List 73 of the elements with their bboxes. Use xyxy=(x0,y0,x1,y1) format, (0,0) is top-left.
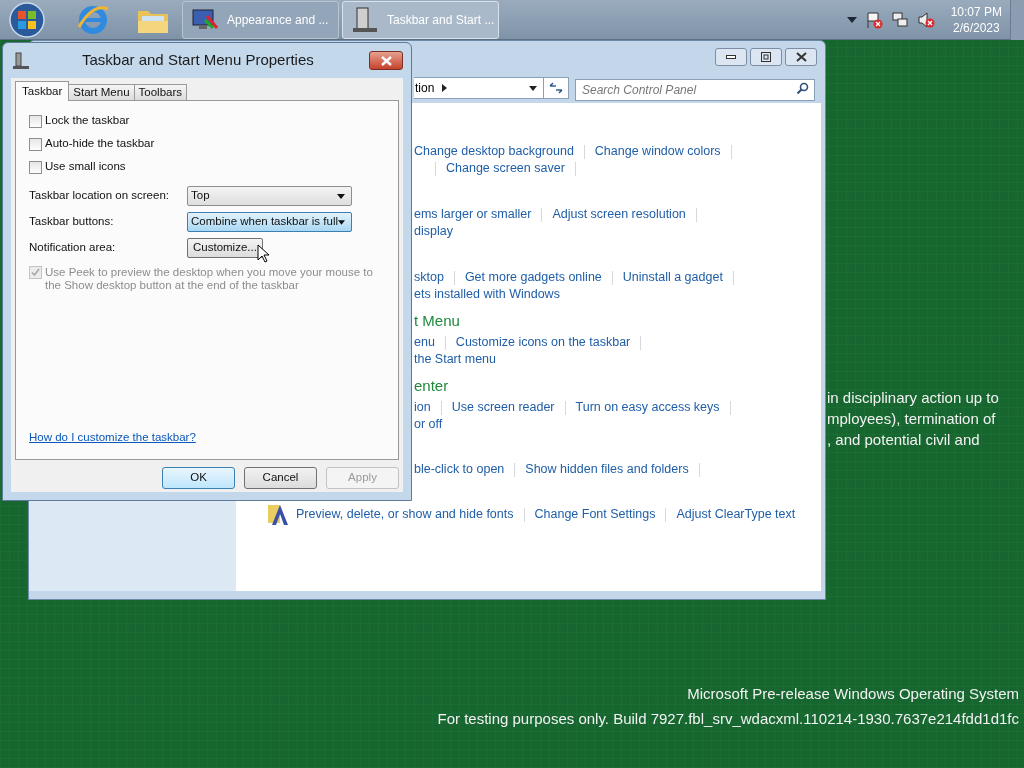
address-bar[interactable]: tion xyxy=(414,77,544,99)
control-panel-link[interactable]: ble-click to open xyxy=(414,460,505,479)
control-panel-link[interactable]: ion xyxy=(414,398,431,417)
control-panel-link[interactable]: Change window colors xyxy=(594,142,721,161)
search-field[interactable]: Search Control Panel xyxy=(575,79,815,101)
checkbox[interactable] xyxy=(29,137,42,151)
setting-label: Taskbar location on screen: xyxy=(29,188,170,204)
control-panel-link[interactable]: Turn on easy access keys xyxy=(575,398,720,417)
control-panel-link[interactable]: Change screen saver xyxy=(446,159,565,178)
dropdown[interactable]: Top xyxy=(187,186,352,206)
restore-button[interactable] xyxy=(750,48,782,66)
flag-error-icon[interactable] xyxy=(864,10,883,29)
setting-label: Taskbar buttons: xyxy=(29,214,115,230)
mouse-cursor-icon xyxy=(257,244,271,264)
dropdown-caret-icon xyxy=(337,193,345,199)
control-panel-link[interactable]: sktop xyxy=(414,268,444,287)
close-button[interactable] xyxy=(785,48,817,66)
refresh-button[interactable] xyxy=(544,77,569,99)
help-link[interactable]: How do I customize the taskbar? xyxy=(29,428,385,446)
restore-icon xyxy=(761,52,771,62)
watermark-text: Microsoft Pre-release Windows Operating System xyxy=(687,684,1019,704)
minimize-icon xyxy=(726,55,736,59)
control-panel-link[interactable]: Use screen reader xyxy=(451,398,555,417)
caret-up-icon[interactable] xyxy=(846,16,857,23)
control-panel-link[interactable]: Change desktop background xyxy=(414,142,574,161)
section-heading[interactable]: enter xyxy=(414,375,449,398)
dialog-title: Taskbar and Start Menu Properties xyxy=(82,50,314,71)
close-icon xyxy=(795,52,807,62)
control-panel-link[interactable]: the Start menu xyxy=(414,350,496,369)
desktop-text: , and potential civil and xyxy=(827,430,981,450)
chevron-right-icon[interactable] xyxy=(442,84,448,92)
control-panel-link[interactable]: ems larger or smaller xyxy=(414,205,532,224)
tab[interactable]: Taskbar xyxy=(15,81,70,101)
control-panel-link[interactable]: Preview, delete, or show and hide fonts xyxy=(296,505,514,524)
dialog-button[interactable]: OK xyxy=(162,467,235,489)
checkbox-label: Use small icons xyxy=(45,159,126,175)
control-panel-link[interactable]: ets installed with Windows xyxy=(414,285,560,304)
checkbox-label: Auto-hide the taskbar xyxy=(45,136,155,152)
control-panel-link[interactable]: Adjust ClearType text xyxy=(676,505,796,524)
checkbox[interactable] xyxy=(29,114,42,128)
control-panel-link[interactable]: display xyxy=(414,222,453,241)
section-heading[interactable]: t Menu xyxy=(414,310,460,333)
dialog-button[interactable]: Cancel xyxy=(244,467,317,489)
control-panel-link[interactable]: Show hidden files and folders xyxy=(525,460,689,479)
computer-tower-icon xyxy=(351,5,379,34)
control-panel-link[interactable]: Uninstall a gadget xyxy=(622,268,723,287)
watermark-text: For testing purposes only. Build 7927.fbl_srv_wdacxml.110214-1930.7637e214fdd1d1fc xyxy=(437,709,1019,729)
checkbox-label: Lock the taskbar xyxy=(45,113,130,129)
dropdown-caret-icon[interactable] xyxy=(529,85,537,91)
control-panel-link[interactable]: Customize icons on the taskbar xyxy=(455,333,631,352)
dropdown[interactable]: Combine when taskbar is full xyxy=(187,212,352,232)
close-icon xyxy=(380,55,392,66)
taskbar-settings-icon xyxy=(12,51,30,70)
desktop-text: mployees), termination of xyxy=(827,409,997,429)
control-panel-link[interactable]: Change Font Settings xyxy=(534,505,656,524)
close-button[interactable] xyxy=(369,51,403,70)
dropdown-caret-icon xyxy=(338,219,345,225)
control-panel-link[interactable]: Adjust screen resolution xyxy=(552,205,686,224)
checkbox[interactable] xyxy=(29,160,42,174)
network-icon[interactable] xyxy=(890,10,909,29)
control-panel-link[interactable]: or off xyxy=(414,415,443,434)
refresh-icon xyxy=(549,82,563,94)
desktop-text: in disciplinary action up to xyxy=(827,388,999,408)
customize-button[interactable]: Customize... xyxy=(187,238,263,258)
control-panel-link[interactable]: Get more gadgets online xyxy=(464,268,602,287)
breadcrumb[interactable]: tion xyxy=(415,79,435,97)
start-orb-icon[interactable] xyxy=(8,0,46,39)
speaker-muted-icon[interactable] xyxy=(916,10,935,29)
minimize-button[interactable] xyxy=(715,48,747,66)
search-icon[interactable] xyxy=(797,82,809,94)
checkbox-label: Use Peek to preview the desktop when you move your mouse to the Show desktop button at the end of the taskbar xyxy=(45,266,374,292)
setting-label: Notification area: xyxy=(29,240,117,256)
control-panel-link[interactable]: enu xyxy=(414,333,435,352)
